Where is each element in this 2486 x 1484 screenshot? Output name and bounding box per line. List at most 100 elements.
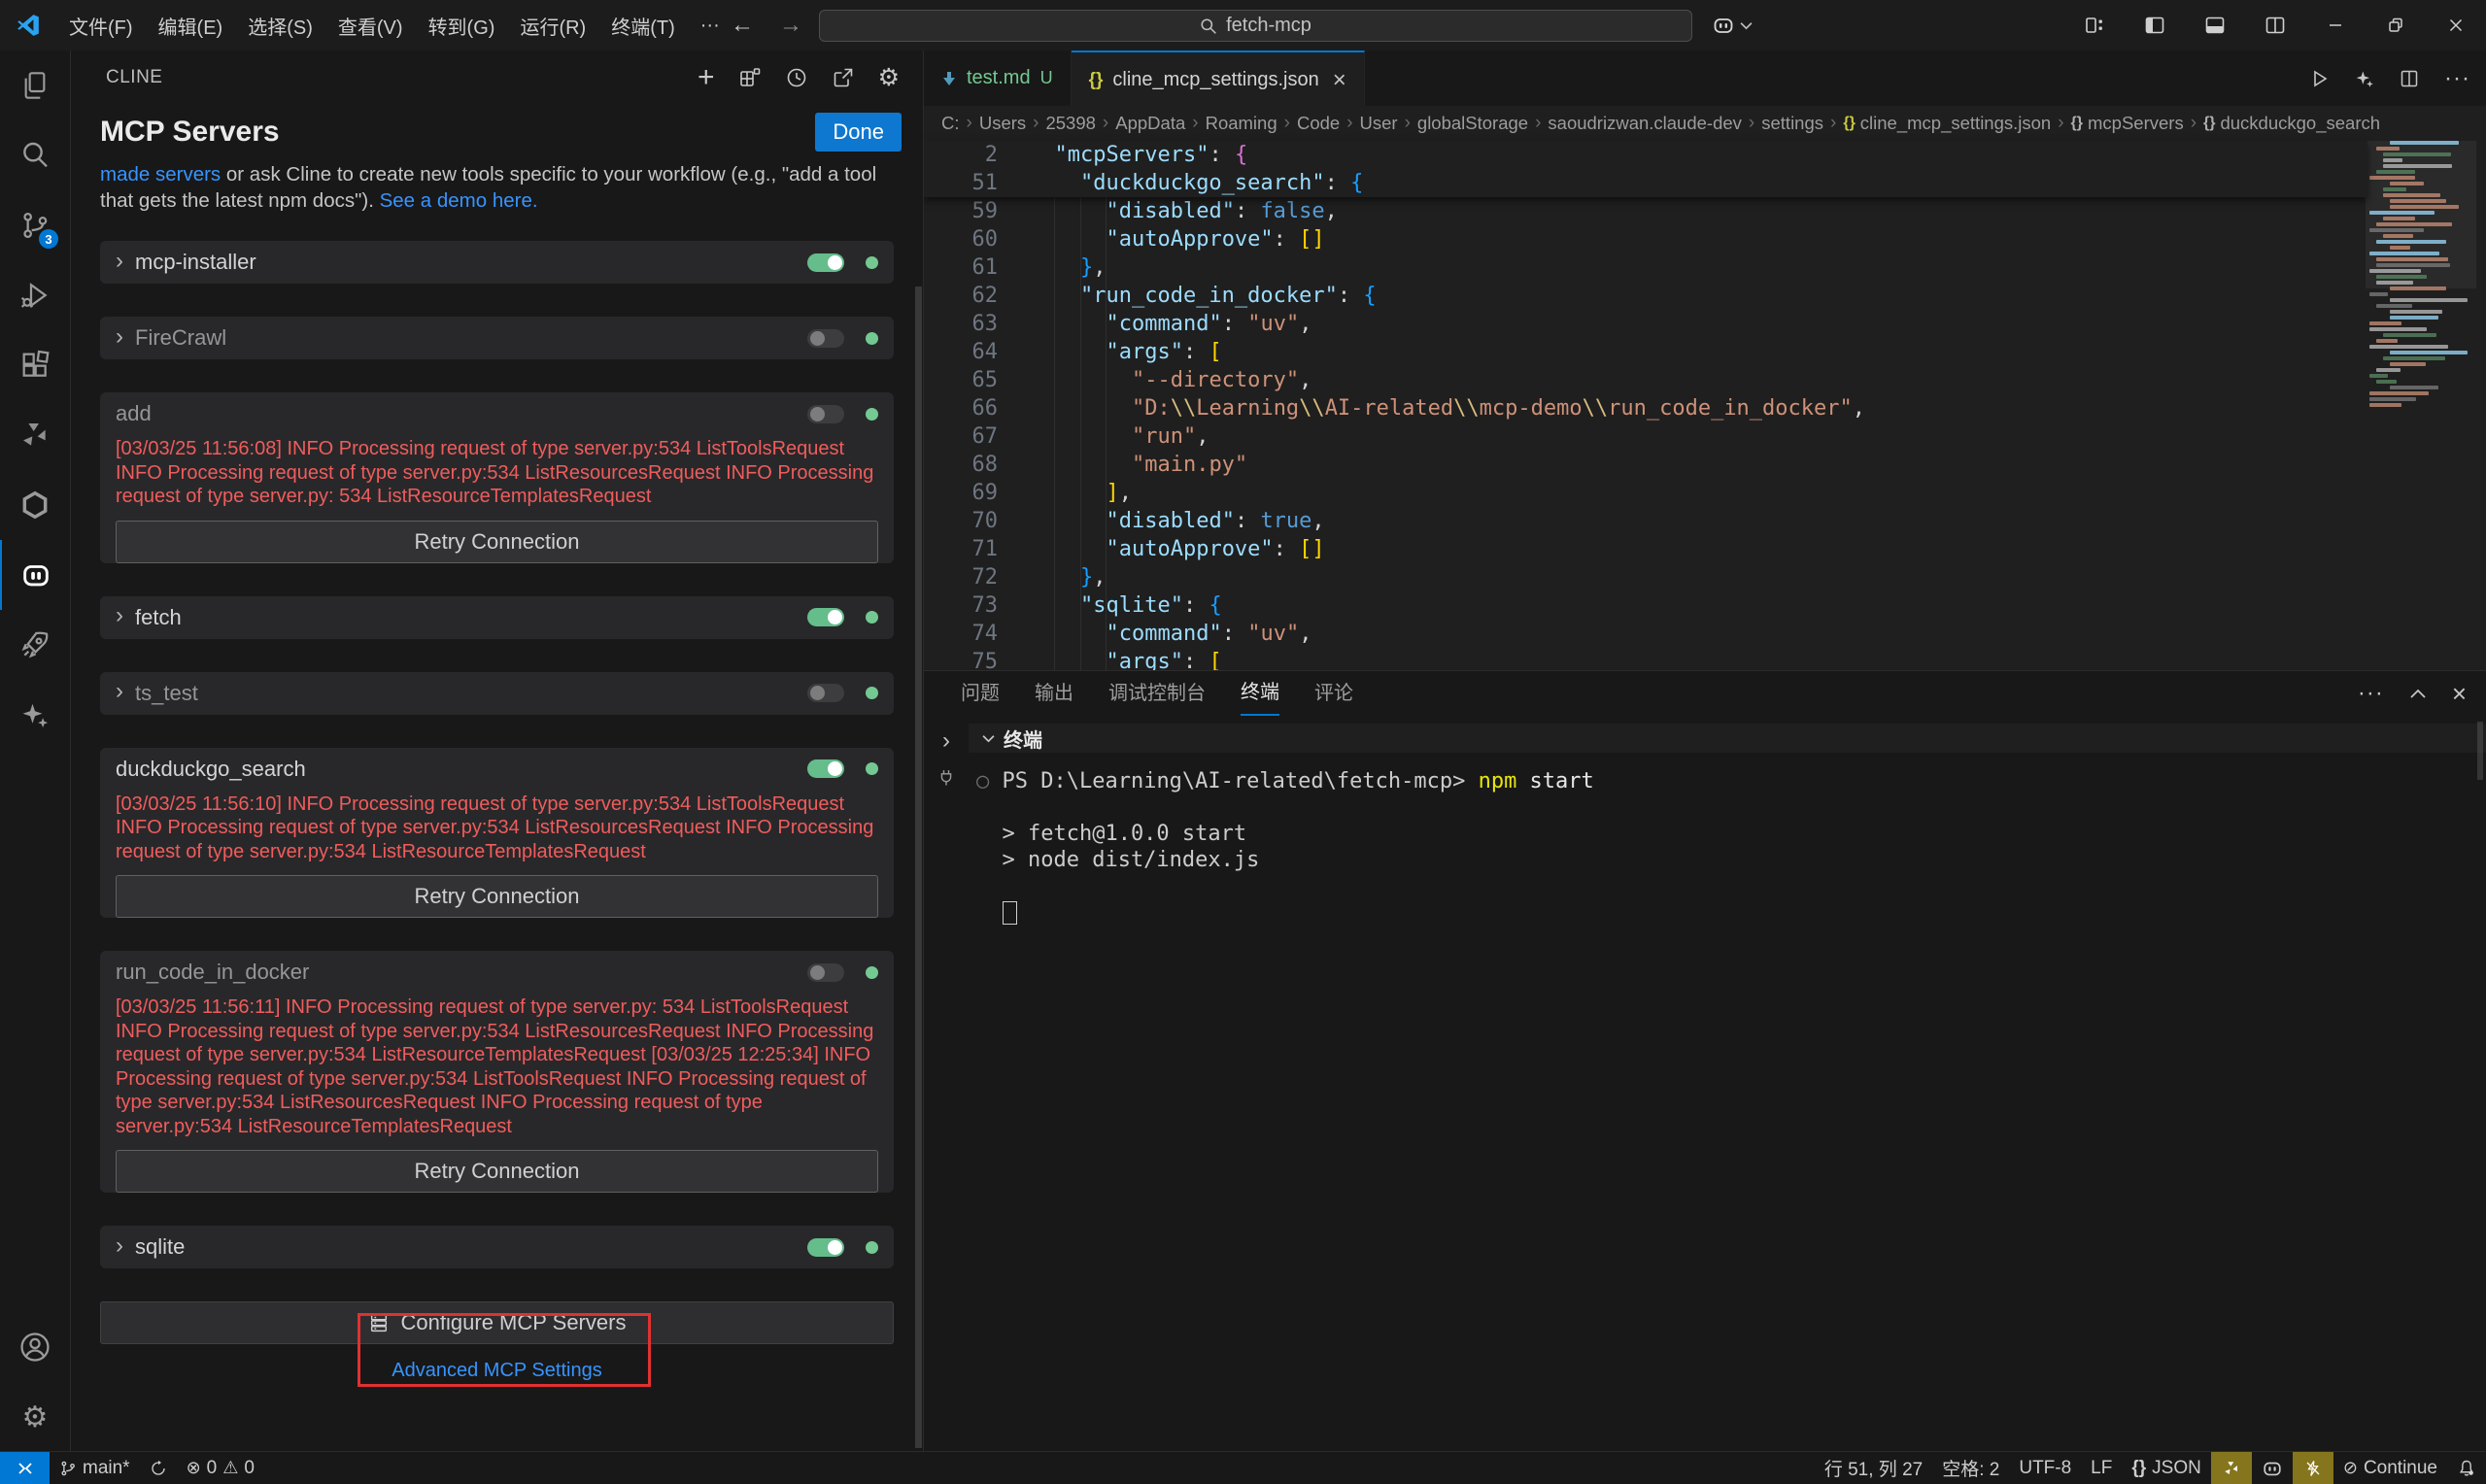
menu-item-5[interactable]: 运行(R) <box>507 12 598 40</box>
maximize-panel-icon[interactable] <box>2409 688 2427 699</box>
sparkle-extension-icon[interactable] <box>0 680 70 750</box>
menu-item-2[interactable]: 选择(S) <box>235 12 325 40</box>
server-enabled-toggle[interactable] <box>807 1238 844 1257</box>
command-center-search[interactable]: fetch-mcp <box>819 10 1692 42</box>
panel-scrollbar[interactable] <box>2477 722 2483 780</box>
close-window-icon[interactable] <box>2426 0 2486 51</box>
copilot-menu[interactable] <box>1712 0 1753 51</box>
more-actions-icon[interactable]: ··· <box>2444 65 2470 92</box>
settings-gear-icon[interactable]: ⚙ <box>0 1382 70 1452</box>
restore-icon[interactable] <box>2366 0 2426 51</box>
server-enabled-toggle[interactable] <box>807 329 844 348</box>
problems-item[interactable]: ⊗ 0 ⚠ 0 <box>177 1452 264 1484</box>
panel-tab-0[interactable]: 问题 <box>961 672 1000 715</box>
code-line[interactable]: 64 "args": [ <box>924 338 2367 366</box>
code-line[interactable]: 2 "mcpServers": { <box>924 141 2367 169</box>
toggle-secondary-sidebar-icon[interactable] <box>2245 0 2305 51</box>
minimize-icon[interactable] <box>2305 0 2366 51</box>
rocket-extension-icon[interactable] <box>0 610 70 680</box>
done-button[interactable]: Done <box>815 113 902 152</box>
code-line[interactable]: 68 "main.py" <box>924 451 2367 479</box>
source-control-icon[interactable]: 3 <box>0 190 70 260</box>
breadcrumb-item[interactable]: settings <box>1761 113 1823 134</box>
panel-tab-3[interactable]: 终端 <box>1241 671 1279 716</box>
indentation-item[interactable]: 空格: 2 <box>1932 1452 2009 1484</box>
breadcrumb-item[interactable]: Roaming <box>1206 113 1277 134</box>
configure-mcp-servers-button[interactable]: Configure MCP Servers <box>100 1301 894 1344</box>
made-servers-link[interactable]: made servers <box>100 163 221 186</box>
breadcrumb-item[interactable]: User <box>1360 113 1398 134</box>
language-mode-item[interactable]: {} JSON <box>2122 1452 2210 1484</box>
server-enabled-toggle[interactable] <box>807 405 844 423</box>
code-line[interactable]: 71 "autoApprove": [] <box>924 535 2367 563</box>
cline-extension-icon[interactable] <box>0 540 70 610</box>
server-row[interactable]: ›fetch <box>100 596 894 639</box>
toggle-sidebar-icon[interactable] <box>2125 0 2185 51</box>
notifications-bell-item[interactable] <box>2447 1452 2486 1484</box>
git-branch-item[interactable]: main* <box>50 1452 140 1484</box>
roo-status-item[interactable] <box>2211 1452 2252 1484</box>
sync-changes-item[interactable] <box>140 1452 177 1484</box>
server-enabled-toggle[interactable] <box>807 253 844 272</box>
code-line[interactable]: 70 "disabled": true, <box>924 507 2367 535</box>
menu-item-6[interactable]: 终端(T) <box>598 12 688 40</box>
extensions-icon[interactable] <box>0 330 70 400</box>
encoding-item[interactable]: UTF-8 <box>2009 1452 2081 1484</box>
close-panel-icon[interactable]: × <box>2452 681 2467 706</box>
panel-tab-4[interactable]: 评论 <box>1314 672 1353 715</box>
retry-connection-button[interactable]: Retry Connection <box>116 521 878 563</box>
server-row[interactable]: run_code_in_docker <box>100 951 894 994</box>
server-row[interactable]: ›ts_test <box>100 672 894 715</box>
new-task-icon[interactable]: + <box>698 63 715 92</box>
server-row[interactable]: duckduckgo_search <box>100 748 894 791</box>
toggle-panel-icon[interactable] <box>2185 0 2245 51</box>
breadcrumb-item[interactable]: {}duckduckgo_search <box>2203 113 2380 134</box>
code-line[interactable]: 59 "disabled": false, <box>924 197 2367 225</box>
remote-indicator[interactable] <box>0 1452 50 1484</box>
terminal-expand-icon[interactable]: › <box>942 727 950 755</box>
terminal-group-header[interactable]: 终端 <box>969 724 2486 753</box>
code-line[interactable]: 73 "sqlite": { <box>924 591 2367 620</box>
explorer-icon[interactable] <box>0 51 70 120</box>
server-enabled-toggle[interactable] <box>807 684 844 702</box>
tab-cline-mcp-settings-json[interactable]: {} cline_mcp_settings.json × <box>1072 51 1365 109</box>
panel-tab-2[interactable]: 调试控制台 <box>1108 672 1206 715</box>
server-row[interactable]: ›sqlite <box>100 1226 894 1268</box>
code-line[interactable]: 60 "autoApprove": [] <box>924 225 2367 253</box>
open-in-editor-icon[interactable] <box>832 66 855 89</box>
breadcrumb-item[interactable]: {}mcpServers <box>2071 113 2184 134</box>
sidebar-scrollbar[interactable] <box>915 287 922 1448</box>
code-line[interactable]: 63 "command": "uv", <box>924 310 2367 338</box>
minimap[interactable] <box>2369 141 2472 670</box>
copilot-status-item[interactable] <box>2252 1452 2293 1484</box>
menu-item-0[interactable]: 文件(F) <box>56 12 146 40</box>
code-line[interactable]: 67 "run", <box>924 422 2367 451</box>
split-editor-icon[interactable] <box>2400 69 2419 88</box>
breadcrumb-item[interactable]: Users <box>979 113 1026 134</box>
back-arrow-icon[interactable]: ← <box>731 12 754 39</box>
sparkle-edit-icon[interactable] <box>2355 69 2374 88</box>
breadcrumb-item[interactable]: C: <box>941 113 960 134</box>
code-line[interactable]: 65 "--directory", <box>924 366 2367 394</box>
run-file-icon[interactable] <box>2310 69 2330 88</box>
code-line[interactable]: 75 "args": [ <box>924 648 2367 670</box>
close-tab-icon[interactable]: × <box>1333 69 1346 92</box>
search-sidebar-icon[interactable] <box>0 120 70 190</box>
eol-item[interactable]: LF <box>2081 1452 2122 1484</box>
server-enabled-toggle[interactable] <box>807 608 844 626</box>
breadcrumb-item[interactable]: saoudrizwan.claude-dev <box>1548 113 1742 134</box>
forward-arrow-icon[interactable]: → <box>779 12 802 39</box>
code-line[interactable]: 66 "D:\\Learning\\AI-related\\mcp-demo\\… <box>924 394 2367 422</box>
mcp-servers-icon[interactable] <box>738 66 762 89</box>
code-line[interactable]: 51 "duckduckgo_search": { <box>924 169 2367 197</box>
server-enabled-toggle[interactable] <box>807 759 844 778</box>
panel-more-actions-icon[interactable]: ··· <box>2358 680 2384 707</box>
menu-item-1[interactable]: 编辑(E) <box>146 12 236 40</box>
code-line[interactable]: 72 }, <box>924 563 2367 591</box>
server-row[interactable]: add <box>100 392 894 435</box>
server-row[interactable]: ›mcp-installer <box>100 241 894 284</box>
code-line[interactable]: 74 "command": "uv", <box>924 620 2367 648</box>
cline-settings-icon[interactable]: ⚙ <box>878 63 900 92</box>
breadcrumb-item[interactable]: {}cline_mcp_settings.json <box>1843 113 2051 134</box>
demo-link[interactable]: See a demo here. <box>380 189 538 212</box>
